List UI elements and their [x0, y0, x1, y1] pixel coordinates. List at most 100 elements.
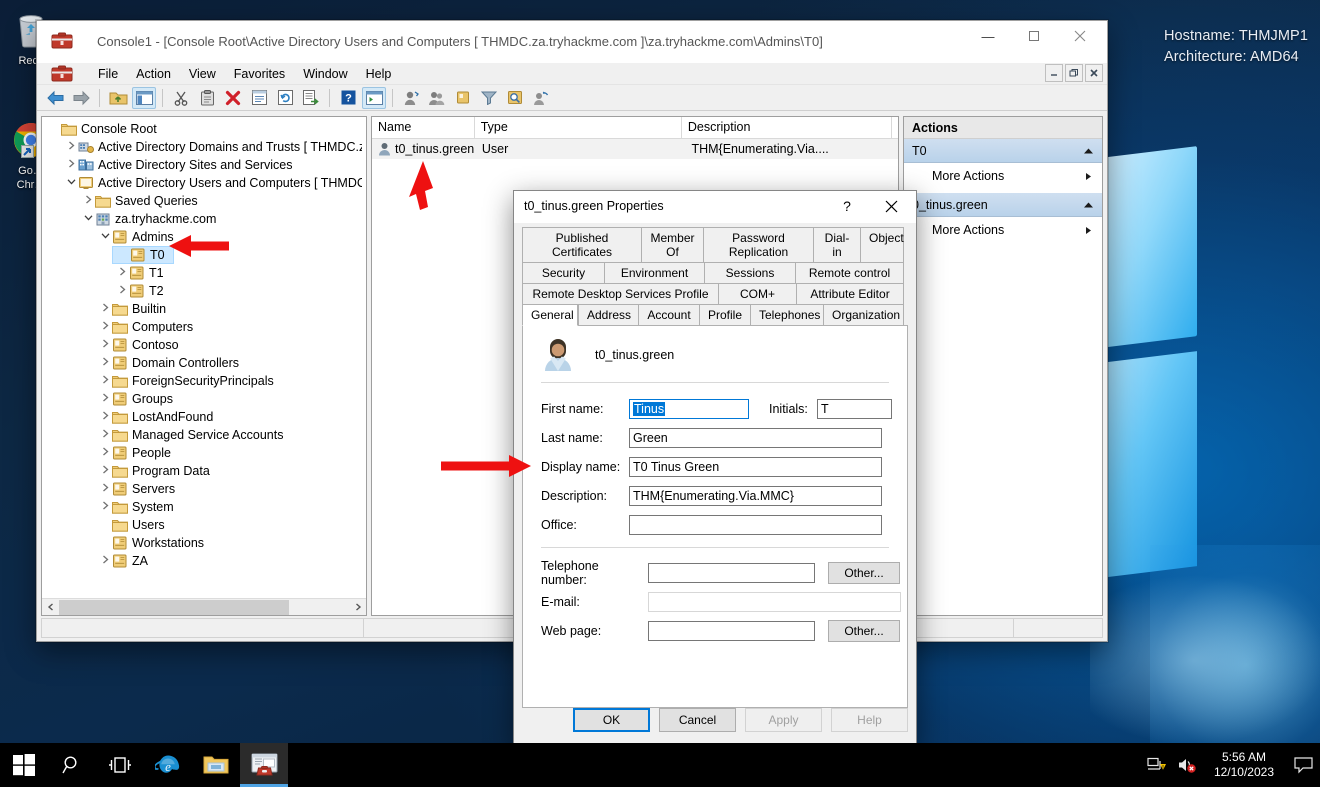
console-tree[interactable]: Console Root Active Directory Domains and… — [42, 117, 366, 598]
table-row[interactable]: t0_tinus.green User THM{Enumerating.Via.… — [372, 139, 898, 159]
mdi-restore-button[interactable] — [1065, 64, 1083, 82]
tree-node-console-root[interactable]: Console Root — [42, 120, 366, 138]
mmc-close-button[interactable] — [1057, 21, 1103, 51]
tree-node-people[interactable]: People — [42, 444, 366, 462]
paste-icon[interactable] — [195, 87, 219, 109]
tab-password-replication[interactable]: Password Replication — [703, 227, 813, 262]
telephone-other-button[interactable]: Other... — [828, 561, 900, 584]
chevron-right-icon[interactable] — [99, 447, 112, 460]
web-page-input[interactable] — [648, 620, 815, 641]
menu-item-action[interactable]: Action — [127, 65, 180, 83]
tree-node-active-directory-sites-and-services[interactable]: Active Directory Sites and Services — [42, 156, 366, 174]
chevron-down-icon[interactable] — [99, 231, 112, 244]
tab-remote-control[interactable]: Remote control — [795, 262, 904, 283]
tree-node-active-directory-users-and-computers-thmdc-za-try[interactable]: Active Directory Users and Computers [ T… — [42, 174, 366, 192]
actions-section-t0[interactable]: T0 — [904, 139, 1102, 163]
tab-attribute-editor[interactable]: Attribute Editor — [796, 283, 904, 304]
tree-node-workstations[interactable]: Workstations — [42, 534, 366, 552]
search-button[interactable] — [48, 743, 96, 787]
tree-node-active-directory-domains-and-trusts-thmdc-za-tryh[interactable]: Active Directory Domains and Trusts [ TH… — [42, 138, 366, 156]
show-hide-console-tree-icon[interactable] — [132, 86, 156, 109]
tab-object[interactable]: Object — [860, 227, 904, 262]
actions-section-user[interactable]: 0_tinus.green — [904, 193, 1102, 217]
tree-node-lostandfound[interactable]: LostAndFound — [42, 408, 366, 426]
scrollbar-thumb[interactable] — [59, 599, 289, 615]
chevron-right-icon[interactable] — [116, 267, 129, 280]
cancel-button[interactable]: Cancel — [659, 708, 736, 732]
first-name-input[interactable]: Tinus — [629, 398, 749, 419]
up-folder-icon[interactable] — [106, 87, 130, 109]
chevron-right-icon[interactable] — [99, 555, 112, 568]
new-group-icon[interactable] — [425, 87, 449, 109]
email-input[interactable] — [648, 591, 901, 612]
tree-node-za[interactable]: ZA — [42, 552, 366, 570]
telephone-input[interactable] — [648, 562, 815, 583]
chevron-right-icon[interactable] — [99, 339, 112, 352]
menu-item-window[interactable]: Window — [294, 65, 356, 83]
scroll-left-arrow-icon[interactable] — [42, 599, 59, 616]
menu-item-favorites[interactable]: Favorites — [225, 65, 294, 83]
tab-security[interactable]: Security — [522, 262, 604, 283]
tree-node-program-data[interactable]: Program Data — [42, 462, 366, 480]
tree-node-contoso[interactable]: Contoso — [42, 336, 366, 354]
mdi-close-button[interactable] — [1085, 64, 1103, 82]
tree-node-t1[interactable]: T1 — [42, 264, 366, 282]
forward-icon[interactable] — [69, 87, 93, 109]
scroll-right-arrow-icon[interactable] — [349, 599, 366, 616]
ok-button[interactable]: OK — [573, 708, 650, 732]
chevron-right-icon[interactable] — [65, 141, 78, 154]
internet-explorer-button[interactable]: e — [144, 743, 192, 787]
find-icon[interactable] — [503, 87, 527, 109]
tab-member-of[interactable]: Member Of — [641, 227, 703, 262]
chevron-right-icon[interactable] — [116, 285, 129, 298]
chevron-right-icon[interactable] — [99, 483, 112, 496]
add-users-to-group-icon[interactable] — [529, 87, 553, 109]
tab-sessions[interactable]: Sessions — [704, 262, 795, 283]
last-name-input[interactable]: Green — [629, 427, 882, 448]
mdi-minimize-button[interactable] — [1045, 64, 1063, 82]
tree-node-computers[interactable]: Computers — [42, 318, 366, 336]
refresh-icon[interactable] — [273, 87, 297, 109]
description-input[interactable]: THM{Enumerating.Via.MMC} — [629, 485, 882, 506]
tree-node-managed-service-accounts[interactable]: Managed Service Accounts — [42, 426, 366, 444]
column-header-name[interactable]: Name — [372, 117, 475, 138]
tab-published-certificates[interactable]: Published Certificates — [522, 227, 641, 262]
chevron-right-icon[interactable] — [99, 393, 112, 406]
column-header-type[interactable]: Type — [475, 117, 682, 138]
cut-icon[interactable] — [169, 87, 193, 109]
tree-node-saved-queries[interactable]: Saved Queries — [42, 192, 366, 210]
tab-general[interactable]: General — [522, 304, 578, 326]
chevron-right-icon[interactable] — [99, 303, 112, 316]
chevron-right-icon[interactable] — [99, 411, 112, 424]
dialog-title-bar[interactable]: t0_tinus.green Properties ? — [514, 191, 916, 223]
tab-environment[interactable]: Environment — [604, 262, 704, 283]
office-input[interactable] — [629, 514, 882, 535]
filter-icon[interactable] — [477, 87, 501, 109]
tree-node-system[interactable]: System — [42, 498, 366, 516]
tree-node-builtin[interactable]: Builtin — [42, 300, 366, 318]
volume-muted-icon[interactable] — [1172, 756, 1202, 774]
tree-node-servers[interactable]: Servers — [42, 480, 366, 498]
export-list-icon[interactable] — [299, 87, 323, 109]
tab-dial-in[interactable]: Dial-in — [813, 227, 860, 262]
tab-com-plus[interactable]: COM+ — [718, 283, 796, 304]
tree-horizontal-scrollbar[interactable] — [42, 598, 366, 615]
tab-telephones[interactable]: Telephones — [750, 304, 823, 325]
action-center-button[interactable] — [1286, 743, 1320, 787]
actions-item-more-actions-t0[interactable]: More Actions — [904, 163, 1102, 189]
chevron-right-icon[interactable] — [99, 375, 112, 388]
tree-node-groups[interactable]: Groups — [42, 390, 366, 408]
tree-node-domain-controllers[interactable]: Domain Controllers — [42, 354, 366, 372]
chevron-right-icon[interactable] — [99, 429, 112, 442]
properties-icon[interactable] — [247, 87, 271, 109]
chevron-right-icon[interactable] — [82, 195, 95, 208]
task-view-button[interactable] — [96, 743, 144, 787]
delete-icon[interactable] — [221, 87, 245, 109]
dialog-close-button[interactable] — [870, 191, 912, 221]
menu-item-view[interactable]: View — [180, 65, 225, 83]
chevron-right-icon[interactable] — [99, 357, 112, 370]
column-header-description[interactable]: Description — [682, 117, 892, 138]
mmc-console-button[interactable] — [240, 743, 288, 787]
mmc-title-bar[interactable]: Console1 - [Console Root\Active Director… — [37, 21, 1107, 63]
apply-button[interactable]: Apply — [745, 708, 822, 732]
